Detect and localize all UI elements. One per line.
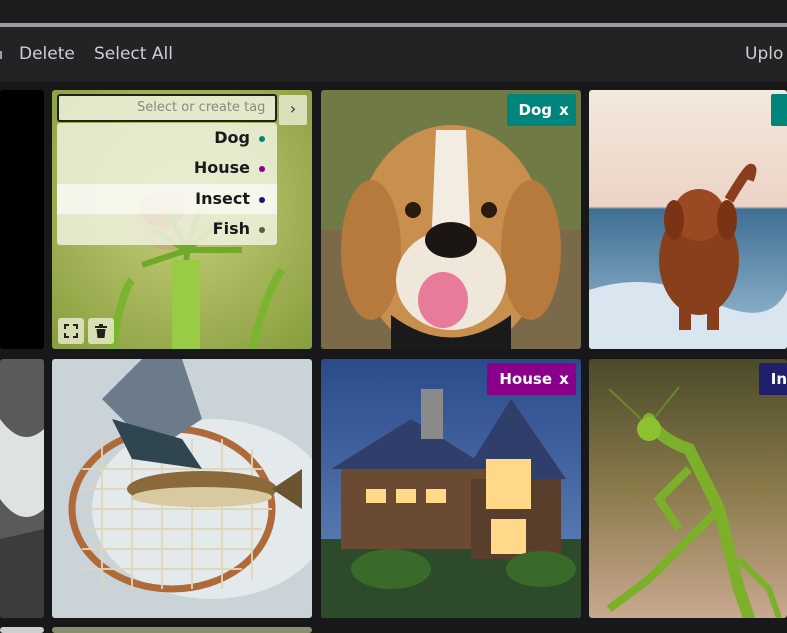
insect-color-dot	[259, 196, 265, 203]
trout-image	[52, 359, 312, 618]
mantis-image	[589, 359, 787, 618]
dog-tag: Dog x	[506, 94, 576, 126]
expand-icon[interactable]	[58, 318, 84, 344]
tag-option-fish[interactable]: Fish	[65, 214, 265, 244]
image-tile-dark[interactable]	[0, 90, 44, 349]
chevron-right-icon[interactable]: ›	[279, 95, 307, 125]
expand-icon-glyph	[64, 324, 78, 338]
tag-option-house[interactable]: House	[65, 153, 265, 183]
tag-option-house-label: House	[193, 158, 250, 177]
trash-icon[interactable]	[88, 318, 114, 344]
remove-dog-tag-button[interactable]: x	[552, 94, 576, 126]
river-image	[0, 359, 44, 618]
trash-icon-glyph	[95, 324, 107, 338]
tag-option-insect[interactable]: Insect	[65, 184, 265, 214]
image-tile-mantis[interactable]: In	[589, 359, 787, 618]
house-tag: House x	[487, 363, 576, 395]
house-color-dot	[259, 165, 265, 172]
house-image	[321, 359, 581, 618]
tag-option-dog[interactable]: Dog	[65, 123, 265, 153]
image-tile-river[interactable]	[0, 359, 44, 618]
upload-button[interactable]: Uplo	[745, 44, 783, 64]
tag-option-dog-label: Dog	[214, 128, 250, 147]
tag-option-fish-label: Fish	[212, 219, 250, 238]
image-tile-trout[interactable]	[52, 359, 312, 618]
insect-tag-partial: In	[758, 363, 787, 395]
tag-option-insect-label: Insect	[195, 189, 250, 208]
image-tile-beagle[interactable]: Dog x	[321, 90, 581, 349]
select-all-button[interactable]: Select All	[94, 44, 173, 64]
tag-dropdown: Dog House Insect Fish	[57, 123, 277, 245]
house-tag-label: House	[499, 370, 552, 388]
insect-tag-label: In	[770, 370, 787, 388]
image-tile-row3-a[interactable]	[0, 627, 44, 633]
window-top-bar	[0, 0, 787, 24]
remove-house-tag-button[interactable]: x	[552, 363, 576, 395]
dog-color-dot	[259, 135, 265, 142]
dog-tag-partial	[771, 94, 787, 126]
tag-select-input[interactable]: Select or create tag	[57, 94, 277, 122]
dog-beach-image	[589, 90, 787, 349]
image-tile-dog-beach[interactable]	[589, 90, 787, 349]
image-tile-house[interactable]: House x	[321, 359, 581, 618]
fish-color-dot	[259, 226, 265, 233]
toolbar-left-stub	[0, 51, 2, 59]
beagle-image	[321, 90, 581, 349]
toolbar: Delete Select All Uplo	[0, 27, 787, 82]
image-tile-row3-b[interactable]	[52, 627, 312, 633]
delete-button[interactable]: Delete	[19, 44, 75, 64]
dog-tag-label: Dog	[518, 101, 553, 119]
